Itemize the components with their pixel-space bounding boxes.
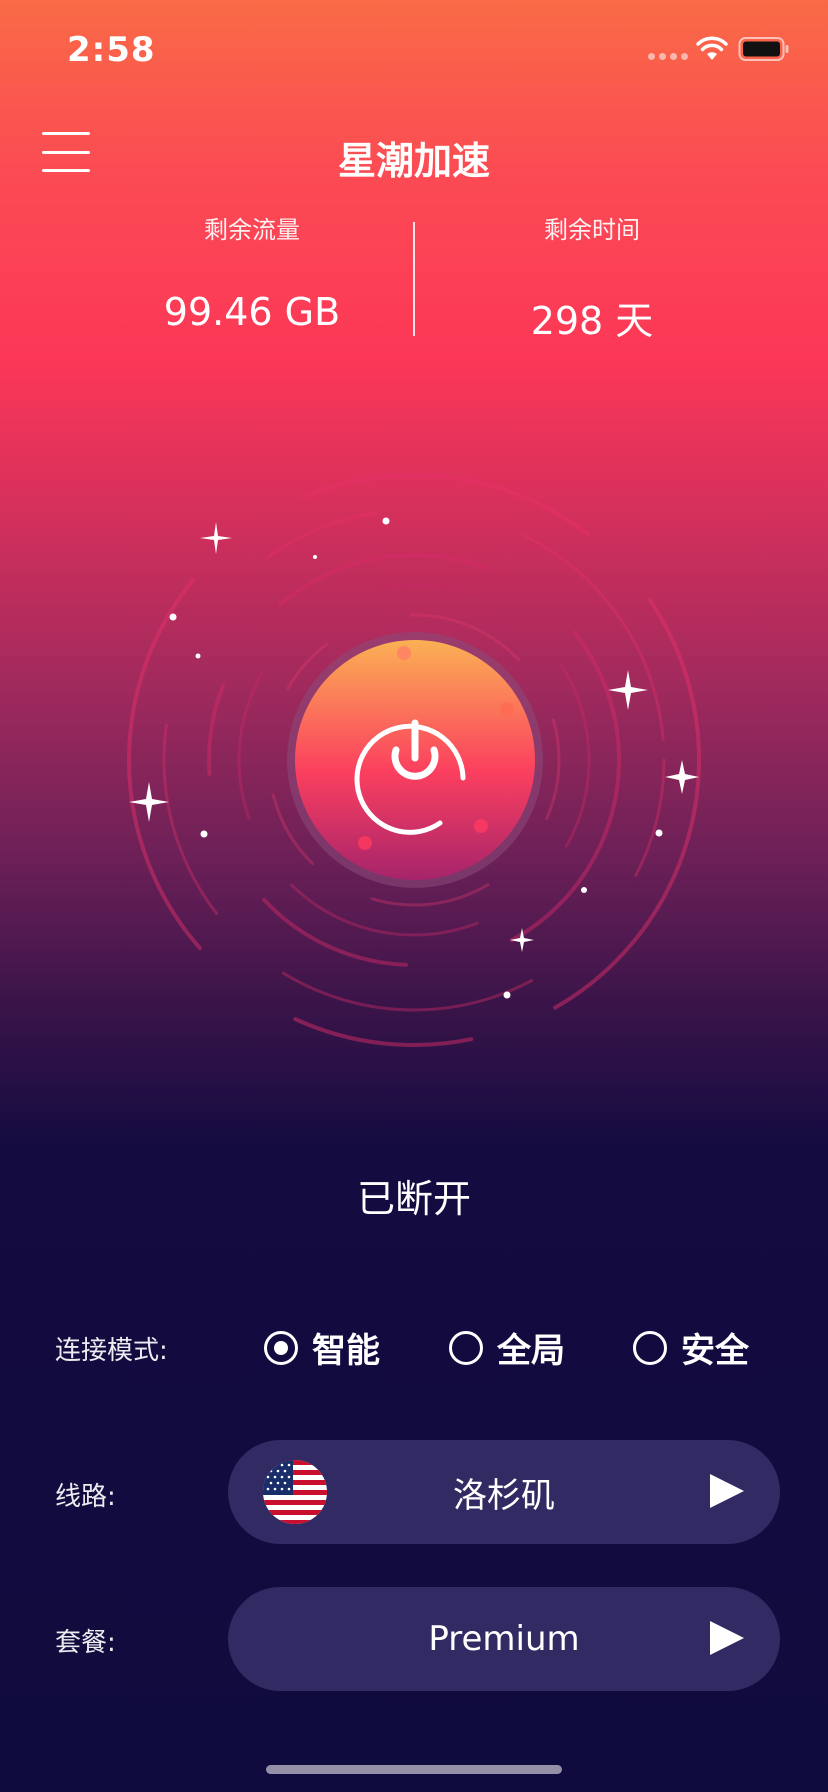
time-left-label: 剩余时间 — [544, 216, 640, 244]
traffic-label: 剩余流量 — [204, 216, 300, 244]
time-left-value: 298 天 — [530, 299, 654, 343]
mode-label: 连接模式: — [55, 1336, 168, 1366]
mode-option-global[interactable]: 全局 — [449, 1323, 565, 1372]
route-selector[interactable]: 洛杉矶 — [228, 1440, 780, 1544]
mode-option-label: 安全 — [681, 1331, 749, 1371]
power-button[interactable] — [285, 630, 545, 890]
play-arrow-icon — [710, 1474, 744, 1508]
mode-option-smart[interactable]: 智能 — [264, 1323, 380, 1372]
play-arrow-icon — [710, 1621, 744, 1655]
route-label: 线路: — [55, 1482, 116, 1512]
stats-divider — [413, 222, 415, 336]
mode-option-secure[interactable]: 安全 — [633, 1323, 749, 1372]
connection-status: 已断开 — [356, 1177, 471, 1221]
wifi-icon — [696, 36, 728, 60]
status-time: 2:58 — [67, 30, 156, 70]
home-indicator[interactable] — [266, 1765, 562, 1774]
mode-option-label: 全局 — [497, 1331, 565, 1371]
route-value: 洛杉矶 — [453, 1475, 555, 1516]
radio-selected-icon — [264, 1330, 298, 1365]
plan-selector[interactable]: Premium — [228, 1587, 780, 1691]
cellular-signal-icon — [648, 53, 688, 60]
mode-option-label: 智能 — [312, 1331, 380, 1371]
app-title: 星潮加速 — [337, 139, 490, 183]
traffic-value: 99.46 GB — [163, 290, 341, 334]
radio-unselected-icon — [633, 1330, 667, 1365]
plan-label: 套餐: — [55, 1628, 116, 1658]
battery-icon — [738, 37, 789, 61]
radio-unselected-icon — [449, 1330, 483, 1365]
plan-value: Premium — [428, 1619, 580, 1659]
